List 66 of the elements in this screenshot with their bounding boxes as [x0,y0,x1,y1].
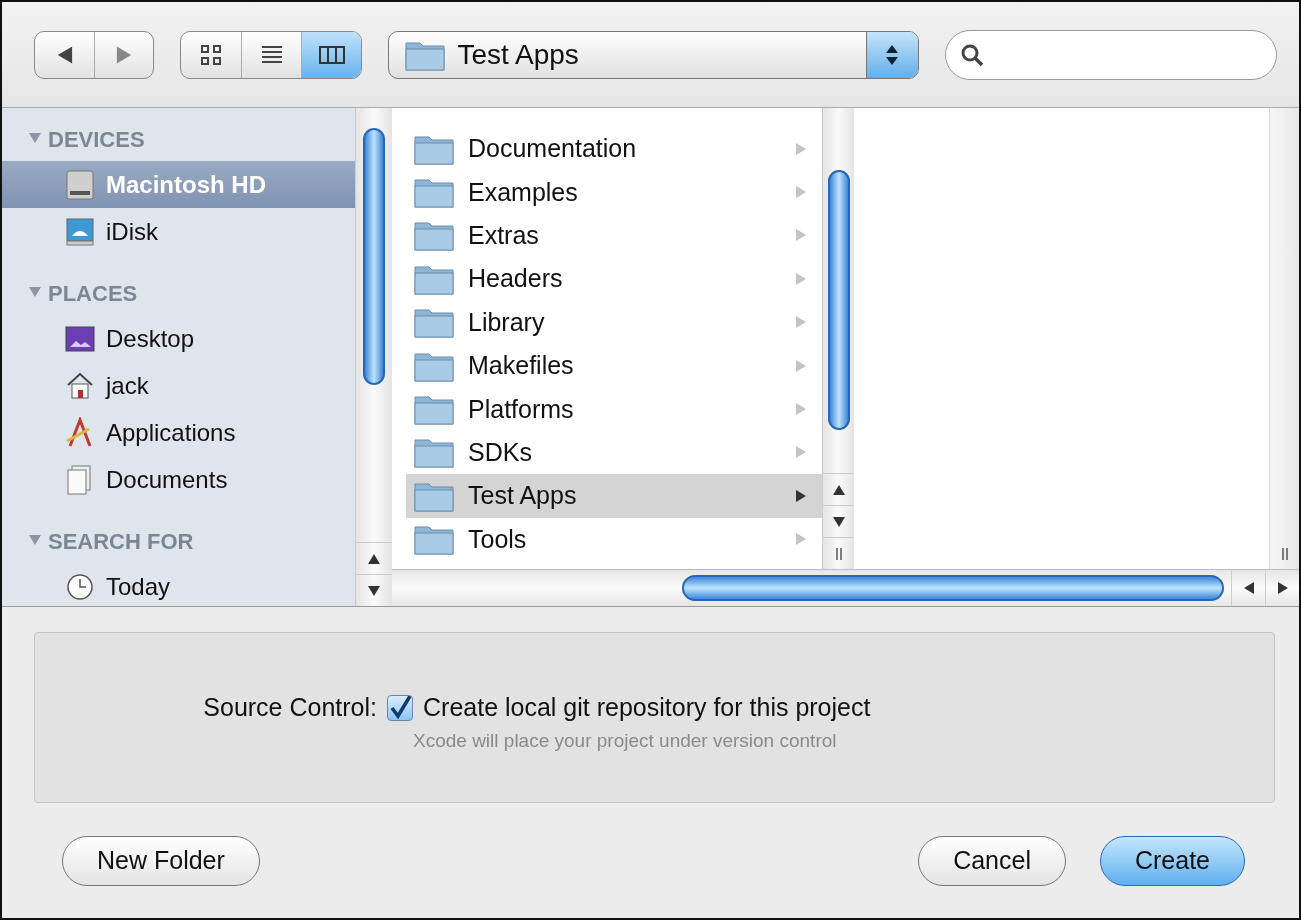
section-title: PLACES [48,281,138,307]
folder-row[interactable]: Platforms [406,387,822,431]
scrollbar[interactable] [355,108,392,606]
column-resize-handle[interactable] [1279,547,1290,561]
column-view-icon [317,43,346,66]
chevron-right-icon [794,271,808,286]
chevron-right-icon [794,141,808,156]
scrollbar[interactable] [822,108,854,569]
checkbox[interactable] [387,694,413,721]
location-popup[interactable]: Test Apps [388,30,919,79]
sidebar-item[interactable]: Documents [2,456,355,503]
chevron-right-icon [794,532,808,547]
list-view-icon [259,43,284,66]
chevron-right-icon [794,445,808,460]
scroll-down-icon [367,583,381,598]
section-title: DEVICES [48,127,145,153]
scroll-thumb[interactable] [363,128,385,385]
folder-icon [414,176,454,209]
checkbox-option[interactable]: Create local git repository for this project [387,693,1274,722]
folder-row[interactable]: Library [406,300,822,344]
folder-icon [414,523,454,556]
disclosure-triangle-icon [28,131,42,145]
disclosure-triangle-icon [28,285,42,299]
disclosure-triangle-icon [28,533,42,547]
view-button[interactable] [301,31,362,78]
folder-row[interactable]: Extras [406,213,822,258]
hint-text: Xcode will place your project under version control [412,730,838,752]
horizontal-scrollbar[interactable] [392,569,1299,606]
folder-row[interactable]: Documentation [406,127,822,171]
folder-row[interactable]: Examples [406,170,822,214]
search-icon [960,42,984,67]
field-label: Source Control: [202,693,377,722]
folder-row[interactable]: Tools [406,517,822,561]
dialog-button[interactable]: New Folder [62,835,260,886]
folder-icon [414,436,454,469]
folder-icon [414,306,454,339]
column-resize-handle[interactable] [833,546,844,561]
checkmark-icon [388,695,412,720]
chevron-right-icon [794,402,808,417]
sidebar-item[interactable]: Today [2,563,355,606]
folder-row[interactable]: SDKs [406,430,822,475]
scroll-thumb[interactable] [827,170,850,430]
disk-icon [64,215,96,248]
folder-row[interactable]: Headers [406,257,822,301]
chevron-right-icon [794,488,808,503]
sidebar-item[interactable]: Desktop [2,315,355,362]
folder-icon [414,219,454,252]
folder-row[interactable]: Makefiles [406,343,822,388]
dialog-button[interactable]: Cancel [918,835,1066,886]
sidebar-item[interactable]: iDisk [2,208,355,255]
folder-icon [414,393,454,426]
chevron-right-icon [794,358,808,373]
hard-drive-icon [64,168,96,201]
section-title: SEARCH FOR [48,529,194,555]
chevron-right-icon [794,315,808,330]
grid-view-icon [200,43,223,66]
chevron-right-icon [794,228,808,243]
scroll-right-icon [1275,581,1290,595]
chevron-right-icon [794,185,808,200]
sidebar-item[interactable]: jack [2,362,355,409]
sidebar-item[interactable]: Applications [2,409,355,456]
scroll-down-icon [831,514,846,529]
folder-row[interactable]: Test Apps [406,474,822,518]
default-button[interactable]: Create [1099,835,1245,886]
scroll-thumb[interactable] [682,575,1224,601]
search-field[interactable] [945,29,1277,80]
